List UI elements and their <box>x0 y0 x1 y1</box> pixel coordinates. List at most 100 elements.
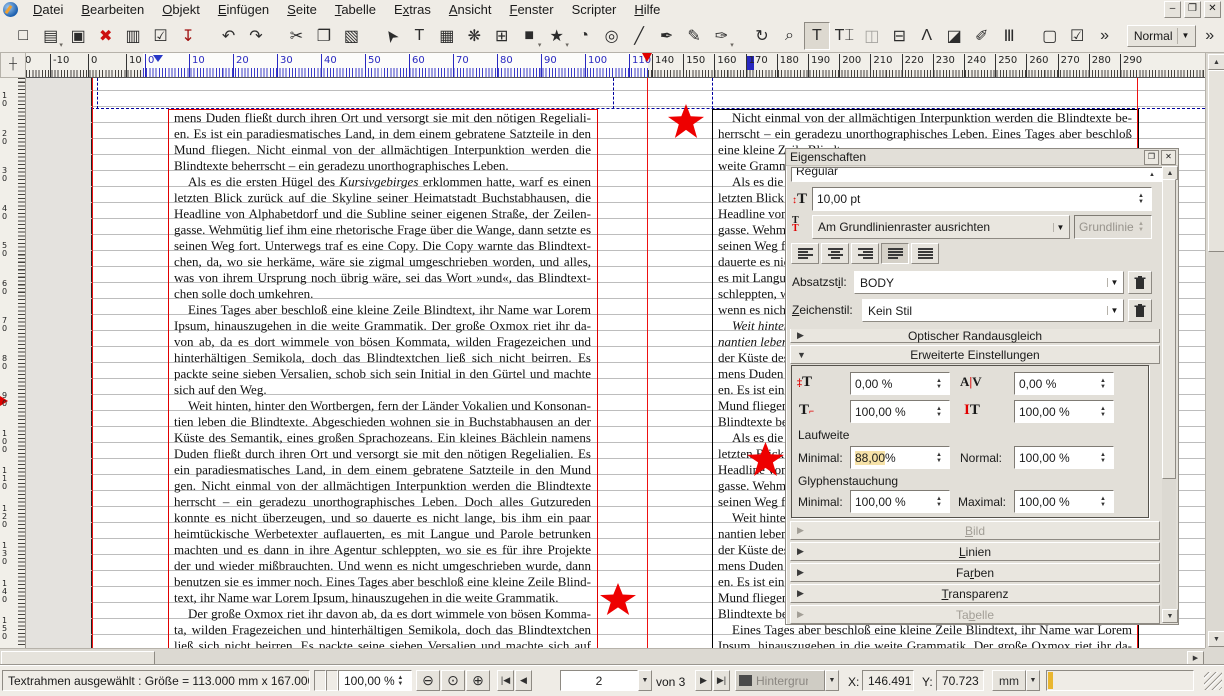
kerning-field[interactable]: 0,00 % ▲▼ <box>1014 372 1114 395</box>
vertical-scrollbar[interactable]: ▲ ▼ <box>1205 53 1224 648</box>
insert-line-button[interactable]: ╱ <box>626 22 652 50</box>
close-document-button[interactable]: ✖ <box>92 22 118 50</box>
vertical-ruler[interactable]: 1 02 03 04 05 06 07 08 09 01 0 01 1 01 2… <box>0 78 26 648</box>
cut-button[interactable]: ✂ <box>283 22 309 50</box>
scale-height-field[interactable]: 100,00 % ▲▼ <box>1014 400 1114 423</box>
redo-button[interactable]: ↷ <box>243 22 269 50</box>
view-mode-selector[interactable]: Normal▼ <box>1127 25 1197 47</box>
measurements-button[interactable]: Λ <box>914 22 940 50</box>
link-text-frames-button[interactable]: ◫ <box>859 22 885 50</box>
new-document-button[interactable]: □ <box>10 22 36 50</box>
panel-close-icon[interactable]: ✕ <box>1161 150 1176 165</box>
font-style-spinner[interactable]: ▲ <box>1146 172 1158 178</box>
insert-render-frame-button[interactable]: ❋ <box>461 22 487 50</box>
first-line-indent-marker[interactable] <box>153 55 163 62</box>
layer-selector[interactable]: Hintergrund <box>735 670 825 691</box>
menu-ansicht[interactable]: Ansicht <box>440 1 501 18</box>
panel-titlebar[interactable]: Eigenschaften ❐ ✕ <box>786 149 1178 166</box>
align-force-justify-button[interactable] <box>911 243 939 264</box>
zoom-100-button[interactable]: ⊙ <box>441 670 465 691</box>
toggle-frames-button[interactable]: ▢ <box>1036 22 1062 50</box>
copy-button[interactable]: ❐ <box>311 22 337 50</box>
menu-extras[interactable]: Extras <box>385 1 440 18</box>
last-page-button[interactable]: ▶| <box>713 670 730 691</box>
insert-shape-button[interactable]: ■▾ <box>516 22 542 50</box>
glyph-max-field[interactable]: 100,00 % ▲▼ <box>1014 490 1114 513</box>
window-minimize-icon[interactable]: – <box>1164 1 1181 18</box>
spinner[interactable]: ▲▼ <box>1097 378 1109 390</box>
menu-einfügen[interactable]: Einfügen <box>209 1 278 18</box>
scroll-down-icon[interactable]: ▼ <box>1162 609 1178 623</box>
insert-arc-button[interactable]: ◔ <box>571 22 597 50</box>
menu-fenster[interactable]: Fenster <box>501 1 563 18</box>
menu-hilfe[interactable]: Hilfe <box>625 1 669 18</box>
menu-tabelle[interactable]: Tabelle <box>326 1 385 18</box>
vertical-scrollbar-thumb[interactable] <box>1208 70 1224 252</box>
copy-properties-button[interactable]: ◪ <box>941 22 967 50</box>
scroll-right-icon[interactable]: ▶ <box>1187 651 1204 665</box>
insert-spiral-button[interactable]: ◎ <box>598 22 624 50</box>
menu-bearbeiten[interactable]: Bearbeiten <box>72 1 153 18</box>
section-farben[interactable]: ▶Farben <box>790 563 1160 582</box>
insert-bezier-button[interactable]: ✒ <box>653 22 679 50</box>
menu-datei[interactable]: Datei <box>24 1 72 18</box>
guide-line[interactable] <box>92 78 93 648</box>
menu-scripter[interactable]: Scripter <box>563 1 626 18</box>
paste-button[interactable]: ▧ <box>338 22 364 50</box>
section-optical-margins[interactable]: ▶ Optischer Randausgleich <box>790 329 1160 343</box>
window-restore-icon[interactable]: ❐ <box>1184 1 1201 18</box>
unlink-text-frames-button[interactable]: ⊟ <box>886 22 912 50</box>
horizontal-scrollbar[interactable]: ▶ <box>0 648 1205 665</box>
remove-character-style-button[interactable] <box>1128 299 1152 322</box>
spinner[interactable]: ▲▼ <box>933 452 945 464</box>
rotate-item-button[interactable]: ↻ <box>749 22 775 50</box>
text-column-left[interactable]: mens Duden fließt durch ihren Ort und ve… <box>174 110 591 648</box>
previous-page-button[interactable]: ◀ <box>515 670 532 691</box>
section-linien[interactable]: ▶Linien <box>790 542 1160 561</box>
insert-table-button[interactable]: ⊞ <box>489 22 515 50</box>
spinner[interactable]: ▲▼ <box>1097 406 1109 418</box>
insert-polygon-button[interactable]: ★▾ <box>543 22 569 50</box>
spinner[interactable]: ▲▼ <box>1097 452 1109 464</box>
page-dropdown-button[interactable]: ▼ <box>638 670 652 691</box>
horizontal-scrollbar-thumb[interactable] <box>1 651 155 665</box>
guide-line[interactable] <box>647 78 648 648</box>
font-style-combo[interactable]: Regular ▲ <box>791 167 1163 182</box>
line-spacing-mode-combo[interactable]: Am Grundlinienraster ausrichten ▼ <box>812 215 1070 239</box>
section-transparenz[interactable]: ▶Transparenz <box>790 584 1160 603</box>
panel-scrollbar-thumb[interactable] <box>1162 179 1176 479</box>
layer-dropdown-button[interactable]: ▼ <box>825 670 839 691</box>
eyedropper-button[interactable]: ✐ <box>968 22 994 50</box>
unit-dropdown-button[interactable]: ▼ <box>1026 670 1040 691</box>
insert-image-frame-button[interactable]: ▦ <box>434 22 460 50</box>
edit-contents-button[interactable]: T <box>804 22 830 50</box>
page-number-field[interactable]: 2 <box>560 670 638 691</box>
toggle-checks-button[interactable]: ☑ <box>1064 22 1090 50</box>
panel-restore-icon[interactable]: ❐ <box>1144 150 1159 165</box>
baseline-offset-field[interactable]: 0,00 % ▲▼ <box>850 372 950 395</box>
insert-freehand-button[interactable]: ✎ <box>681 22 707 50</box>
zoom-in-button[interactable]: ⊕ <box>466 670 490 691</box>
tracking-normal-field[interactable]: 100,00 % ▲▼ <box>1014 446 1114 469</box>
export-pdf-button[interactable]: ↧ <box>175 22 201 50</box>
window-close-icon[interactable]: ✕ <box>1204 1 1221 18</box>
insert-text-frame-button[interactable]: T <box>406 22 432 50</box>
remove-paragraph-style-button[interactable] <box>1128 271 1152 294</box>
scroll-down-icon[interactable]: ▼ <box>1208 631 1224 647</box>
tracking-min-field[interactable]: 88,00 % ▲▼ <box>850 446 950 469</box>
story-editor-button[interactable]: T⌶ <box>831 22 857 50</box>
first-page-button[interactable]: |◀ <box>497 670 514 691</box>
toolbar-overflow-button[interactable]: » <box>1091 22 1117 50</box>
section-advanced-settings[interactable]: ▼ Erweiterte Einstellungen <box>790 345 1160 364</box>
resize-grip[interactable] <box>1204 672 1222 690</box>
panel-scrollbar[interactable]: ▲ ▼ <box>1162 166 1176 623</box>
spinner[interactable]: ▲▼ <box>933 406 945 418</box>
font-size-spinner[interactable]: ▲▼ <box>1135 193 1147 205</box>
paragraph-style-combo[interactable]: BODY ▼ <box>854 271 1124 294</box>
scroll-up-icon[interactable]: ▲ <box>1162 166 1178 180</box>
ruler-origin-button[interactable] <box>0 53 26 78</box>
zoom-level-field[interactable]: 100,00 % ▲▼ <box>338 670 412 691</box>
open-document-button[interactable]: ▤▾ <box>37 22 63 50</box>
font-size-field[interactable]: 10,00 pt ▲▼ <box>812 187 1152 211</box>
align-center-button[interactable] <box>821 243 849 264</box>
